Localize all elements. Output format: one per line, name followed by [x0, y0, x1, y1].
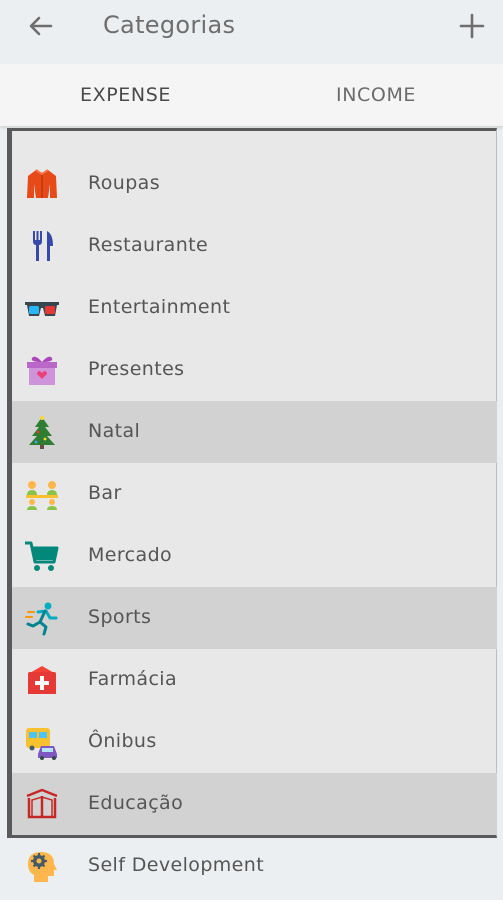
list-item-label: Farmácia [88, 668, 178, 690]
list-item-label: Natal [88, 420, 141, 442]
list-item-label: Mercado [88, 544, 173, 566]
tab-bar: EXPENSE INCOME [0, 64, 503, 126]
list-item[interactable]: Self Development [0, 835, 503, 897]
christmas-tree-icon [29, 416, 55, 449]
list-item-label: Sports [88, 606, 152, 628]
page-title: Categorias [103, 11, 236, 39]
list-item[interactable]: Entertainment [12, 277, 497, 339]
list-item[interactable]: Mercado [12, 525, 497, 587]
list-item[interactable]: Roupas [12, 153, 497, 215]
runner-icon [25, 602, 58, 636]
bus-icon [26, 728, 57, 760]
fork-knife-icon [33, 231, 53, 261]
first-aid-icon [28, 666, 56, 694]
list-item-label: Self Development [88, 854, 265, 876]
list-item[interactable]: Bar [12, 463, 497, 525]
list-item-label: Educação [88, 792, 184, 814]
list-item[interactable]: Sports [12, 587, 497, 649]
3d-glasses-icon [25, 302, 59, 316]
list-item[interactable]: Farmácia [12, 649, 497, 711]
head-gear-icon [28, 852, 57, 882]
list-item[interactable]: Restaurante [12, 215, 497, 277]
shopping-cart-icon [25, 541, 59, 571]
list-item-label: Bar [88, 482, 122, 504]
tab-income[interactable]: INCOME [336, 84, 416, 106]
list-item-label: Restaurante [88, 234, 209, 256]
arrow-left-icon[interactable] [24, 9, 58, 43]
tab-expense[interactable]: EXPENSE [80, 84, 171, 106]
book-icon [26, 788, 58, 819]
list-item[interactable]: Natal [12, 401, 497, 463]
plus-icon[interactable] [455, 9, 489, 43]
people-table-icon [26, 481, 58, 510]
list-item-label: Roupas [88, 172, 161, 194]
jacket-icon [27, 169, 57, 198]
gift-icon [27, 356, 57, 385]
list-item[interactable]: Educação [12, 773, 497, 835]
list-item-label: Ônibus [88, 730, 157, 752]
list-item-label: Entertainment [88, 296, 231, 318]
list-item-label: Presentes [88, 358, 185, 380]
list-item[interactable]: Presentes [12, 339, 497, 401]
list-item[interactable]: Ônibus [12, 711, 497, 773]
app-bar: Categorias [0, 0, 503, 62]
